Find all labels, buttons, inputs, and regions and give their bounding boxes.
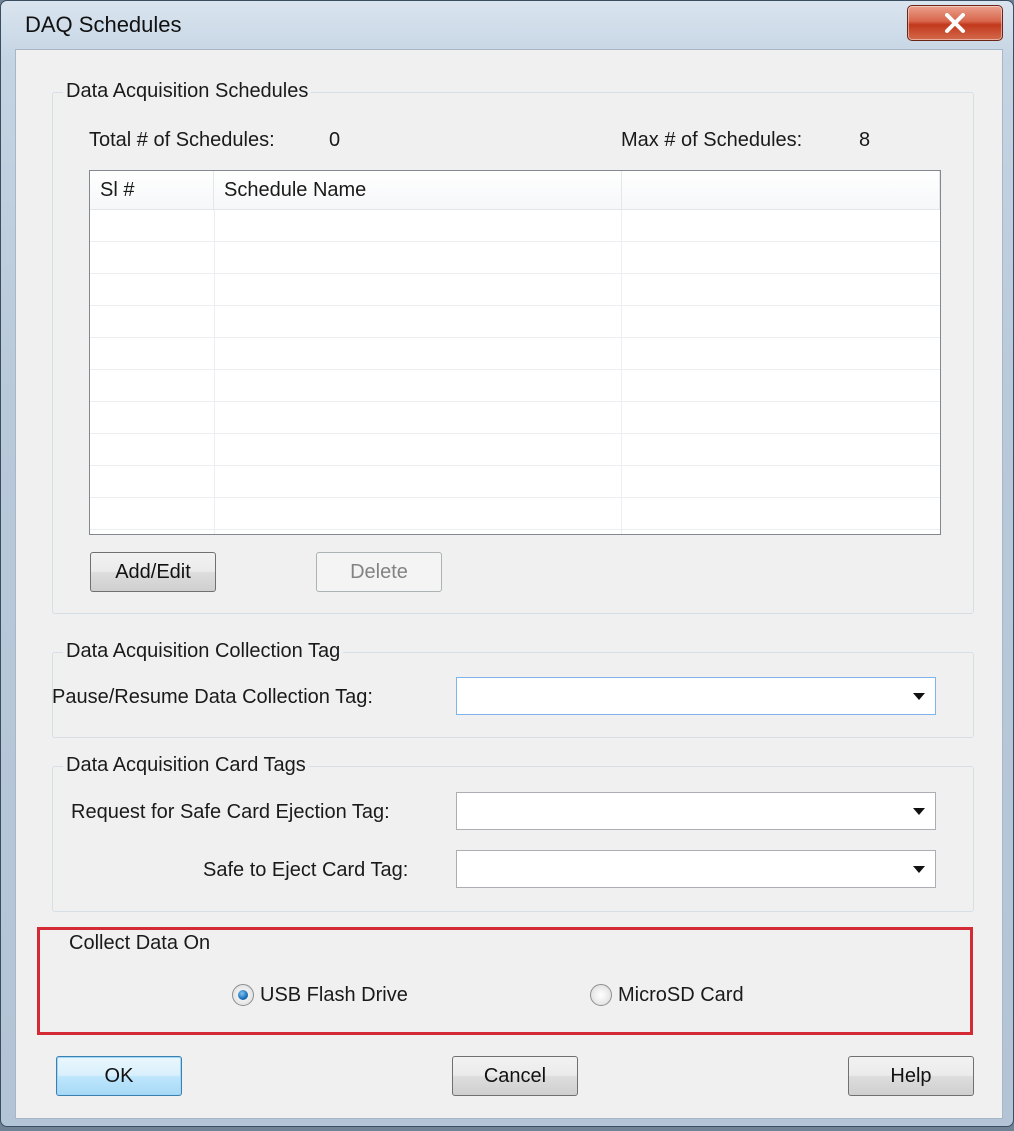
column-header-empty[interactable]: [622, 171, 940, 209]
ok-button[interactable]: OK: [56, 1056, 182, 1096]
max-schedules-label: Max # of Schedules:: [621, 129, 803, 151]
safe-to-eject-label: Safe to Eject Card Tag:: [203, 859, 409, 881]
table-row[interactable]: [90, 338, 940, 370]
card-tags-group: Data Acquisition Card Tags: [52, 754, 974, 912]
chevron-down-icon: [913, 693, 925, 700]
daq-schedules-window: DAQ Schedules Data Acquisition Schedules…: [0, 0, 1014, 1127]
add-edit-button[interactable]: Add/Edit: [90, 552, 216, 592]
close-button[interactable]: [907, 5, 1003, 41]
total-schedules-value: 0: [329, 129, 341, 151]
request-safe-ejection-label: Request for Safe Card Ejection Tag:: [71, 801, 390, 823]
card-tags-group-label: Data Acquisition Card Tags: [63, 754, 309, 777]
close-icon: [945, 13, 965, 33]
highlight-box: [37, 927, 973, 1035]
table-row[interactable]: [90, 402, 940, 434]
cancel-button[interactable]: Cancel: [452, 1056, 578, 1096]
table-row[interactable]: [90, 370, 940, 402]
pause-resume-tag-dropdown[interactable]: [456, 677, 936, 715]
pause-resume-tag-label: Pause/Resume Data Collection Tag:: [52, 686, 373, 708]
safe-to-eject-dropdown[interactable]: [456, 850, 936, 888]
column-header-sl[interactable]: Sl #: [90, 171, 214, 209]
chevron-down-icon: [913, 866, 925, 873]
table-row[interactable]: [90, 242, 940, 274]
table-row[interactable]: [90, 466, 940, 498]
max-schedules-value: 8: [859, 129, 871, 151]
collection-tag-group-label: Data Acquisition Collection Tag: [63, 640, 344, 663]
column-header-schedule-name[interactable]: Schedule Name: [214, 171, 622, 209]
table-row[interactable]: [90, 274, 940, 306]
delete-button[interactable]: Delete: [316, 552, 442, 592]
chevron-down-icon: [913, 808, 925, 815]
total-schedules-label: Total # of Schedules:: [89, 129, 275, 151]
schedules-table-header: Sl # Schedule Name: [90, 171, 940, 210]
table-row[interactable]: [90, 306, 940, 338]
help-button[interactable]: Help: [848, 1056, 974, 1096]
schedules-table[interactable]: Sl # Schedule Name: [89, 170, 941, 535]
table-row[interactable]: [90, 434, 940, 466]
table-row[interactable]: [90, 210, 940, 242]
title-bar[interactable]: DAQ Schedules: [1, 1, 1013, 49]
schedules-group-label: Data Acquisition Schedules: [63, 80, 312, 103]
request-safe-ejection-dropdown[interactable]: [456, 792, 936, 830]
schedules-table-body: [90, 210, 940, 534]
window-title: DAQ Schedules: [25, 12, 182, 37]
table-row[interactable]: [90, 498, 940, 530]
